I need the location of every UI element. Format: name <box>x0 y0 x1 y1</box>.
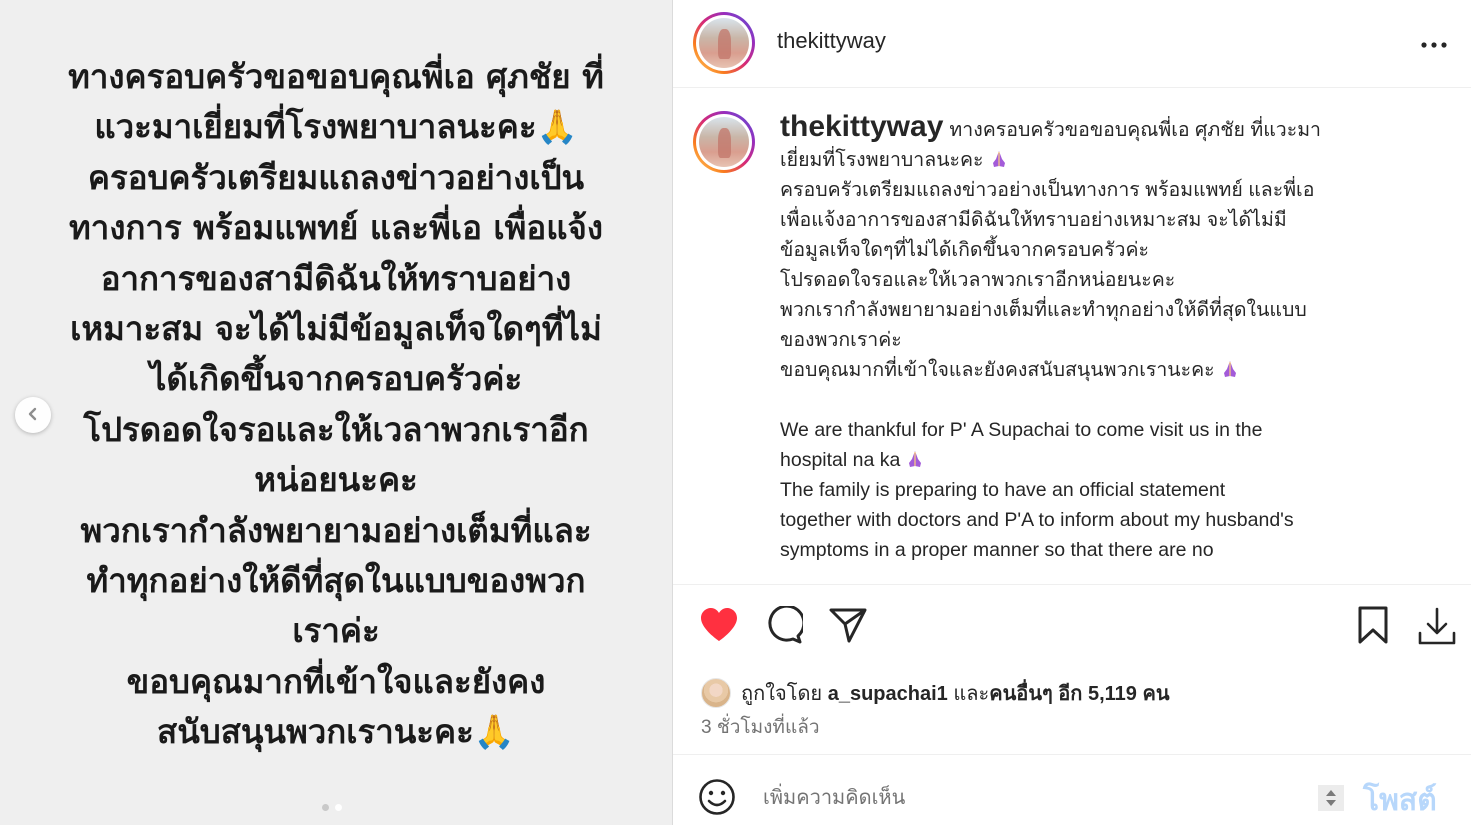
caption-line: โปรดอดใจรอและให้เวลาพวกเราอีกหน่อยนะคะ <box>780 269 1176 291</box>
author-avatar[interactable] <box>693 12 755 74</box>
media-text-line: ขอบคุณมากที่เข้าใจและยังคง <box>126 661 546 701</box>
caption-line: ขอบคุณมากที่เข้าใจและยังคงสนับสนุนพวกเรา… <box>780 359 1215 381</box>
media-text-line: หน่อยนะคะ <box>254 460 418 500</box>
caption-line: เพื่อแจ้งอาการของสามีดิฉันให้ทราบอย่างเห… <box>780 209 1287 231</box>
caption-line: symptoms in a proper manner so that ther… <box>780 539 1214 561</box>
comment-bar: โพสต์ <box>673 754 1471 825</box>
emoji-icon <box>698 778 736 820</box>
post-timestamp[interactable]: 3 ชั่วโมงที่แล้ว <box>701 712 820 742</box>
media-text-line: พวกเรากำลังพยายามอย่างเต็มที่และ <box>80 510 592 550</box>
media-text-line: เราค่ะ <box>292 611 380 651</box>
caption-line: พวกเรากำลังพยายามอย่างเต็มที่และทำทุกอย่… <box>780 299 1307 321</box>
caption-line: เยี่ยมที่โรงพยาบาลนะคะ <box>780 149 984 171</box>
carousel-dot-active <box>335 804 342 811</box>
download-icon <box>1417 606 1457 650</box>
bookmark-icon <box>1357 606 1389 648</box>
caption-line: ข้อมูลเท็จใดๆที่ไม่ได้เกิดขึ้นจากครอบครั… <box>780 239 1150 261</box>
comment-input[interactable] <box>763 783 1283 813</box>
action-bar: ถูกใจโดย a_supachai1 และคนอื่นๆ อีก 5,11… <box>673 584 1471 754</box>
caption-username[interactable]: thekittyway <box>780 110 943 143</box>
media-text: ทางครอบครัวขอขอบคุณพี่เอ ศุภชัย ที่แวะมา… <box>0 52 672 758</box>
media-text-line: ได้เกิดขึ้นจากครอบครัวค่ะ <box>149 359 523 399</box>
caption-area: thekittyway ทางครอบครัวขอขอบคุณพี่เอ ศุภช… <box>673 90 1471 584</box>
comment-icon <box>765 604 806 648</box>
post-comment-button[interactable]: โพสต์ <box>1363 777 1437 824</box>
carousel-dots <box>322 804 342 811</box>
share-button[interactable] <box>827 607 869 647</box>
media-text-line: ทางการ พร้อมแพทย์ และพี่เอ เพื่อแจ้ง <box>69 208 603 248</box>
post-media: ทางครอบครัวขอขอบคุณพี่เอ ศุภชัย ที่แวะมา… <box>0 0 672 825</box>
carousel-dot <box>322 804 329 811</box>
media-text-line: แวะมาเยี่ยมที่โรงพยาบาลนะคะ🙏 <box>94 107 578 147</box>
caption-line: together with doctors and P'A to inform … <box>780 509 1294 531</box>
media-text-line: อาการของสามีดิฉันให้ทราบอย่าง <box>100 258 572 298</box>
pray-icon <box>990 147 1008 167</box>
share-icon <box>829 607 867 647</box>
likes-others-count[interactable]: คนอื่นๆ อีก 5,119 คน <box>989 683 1169 705</box>
more-options-button[interactable] <box>1418 30 1450 54</box>
like-button[interactable] <box>697 607 741 647</box>
download-button[interactable] <box>1415 607 1459 649</box>
caption-line: We are thankful for P' A Supachai to com… <box>780 419 1263 441</box>
likes-middle: และ <box>947 683 990 705</box>
media-text-line: สนับสนุนพวกเรานะคะ🙏 <box>157 712 515 752</box>
post-panel: thekittyway thekittyway ทางครอบครัวขอขอบค… <box>672 0 1471 825</box>
input-spinner[interactable] <box>1318 785 1344 811</box>
media-text-line: เหมาะสม จะได้ไม่มีข้อมูลเท็จใดๆที่ไม่ <box>70 309 602 349</box>
likes-summary: ถูกใจโดย a_supachai1 และคนอื่นๆ อีก 5,11… <box>701 677 1170 709</box>
chevron-left-icon <box>26 406 40 425</box>
carousel-prev-button[interactable] <box>15 397 51 433</box>
media-text-line: ครอบครัวเตรียมแถลงข่าวอย่างเป็น <box>87 157 585 197</box>
liker-username[interactable]: a_supachai1 <box>828 683 948 705</box>
emoji-button[interactable] <box>697 779 737 819</box>
pray-icon <box>1221 357 1239 377</box>
liker-avatar[interactable] <box>701 678 731 708</box>
post-header: thekittyway <box>673 0 1471 88</box>
caption-line: hospital na ka <box>780 449 901 471</box>
media-text-line: ทางครอบครัวขอขอบคุณพี่เอ ศุภชัย ที่ <box>68 57 604 96</box>
more-icon <box>1421 33 1447 52</box>
heart-icon <box>699 607 739 647</box>
caption-line: ของพวกเราค่ะ <box>780 329 902 351</box>
comment-button[interactable] <box>763 604 806 648</box>
media-text-line: โปรดอดใจรอและให้เวลาพวกเราอีก <box>83 409 589 449</box>
media-text-line: ทำทุกอย่างให้ดีที่สุดในแบบของพวก <box>86 561 586 601</box>
caption-avatar[interactable] <box>693 111 755 173</box>
caption-line: ทางครอบครัวขอขอบคุณพี่เอ ศุภชัย ที่แวะมา <box>949 119 1321 141</box>
caption-line: The family is preparing to have an offic… <box>780 479 1226 501</box>
author-username[interactable]: thekittyway <box>777 28 886 54</box>
pray-icon <box>906 447 924 467</box>
likes-prefix: ถูกใจโดย <box>741 683 828 705</box>
caption: thekittyway ทางครอบครัวขอขอบคุณพี่เอ ศุภช… <box>780 112 1430 565</box>
caption-line: ครอบครัวเตรียมแถลงข่าวอย่างเป็นทางการ พร… <box>780 179 1315 201</box>
save-button[interactable] <box>1353 606 1393 648</box>
